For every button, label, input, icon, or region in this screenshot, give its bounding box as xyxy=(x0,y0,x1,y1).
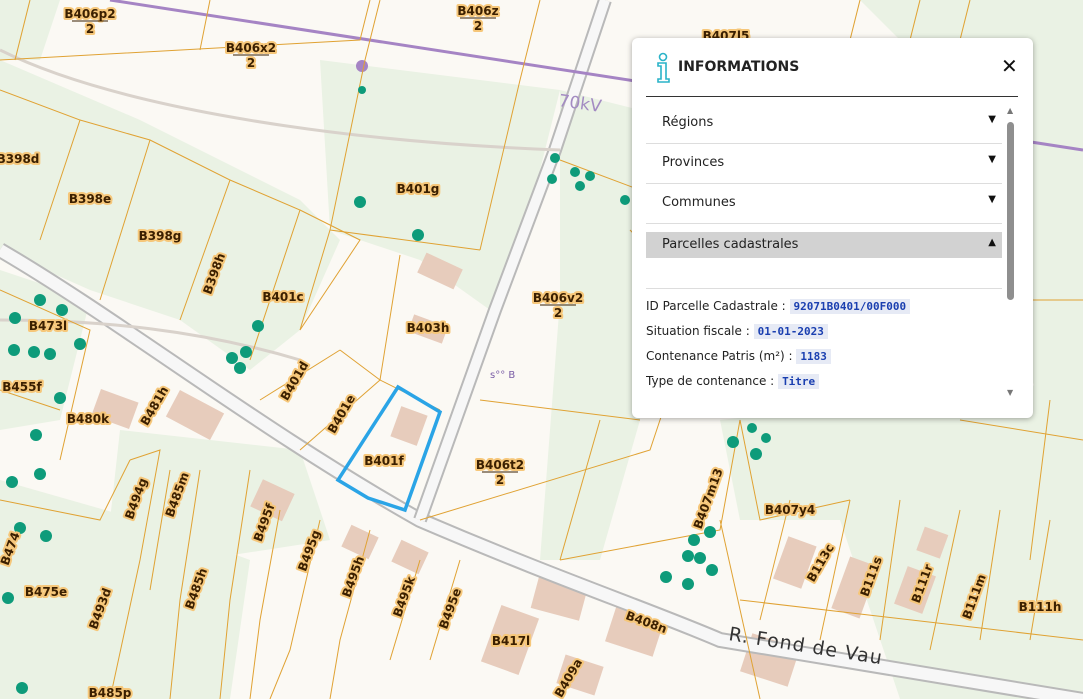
parcel-label: B480k xyxy=(67,412,110,426)
info-icon xyxy=(657,52,670,83)
parcel-label: B401e xyxy=(325,392,358,436)
parcel-sub-label: 2 xyxy=(554,306,562,320)
pylon-icon xyxy=(356,60,368,72)
close-icon[interactable]: ✕ xyxy=(1001,54,1018,78)
divider xyxy=(646,258,1002,289)
parcel-sub-label: 2 xyxy=(247,56,255,70)
parcel-sub-label: 2 xyxy=(496,473,504,487)
parcel-label: B401d xyxy=(278,359,312,403)
field-value: 01-01-2023 xyxy=(753,324,828,339)
field-value: 92071B0401/00F000 xyxy=(789,299,911,314)
parcel-label: B495k xyxy=(390,573,418,618)
field-label: Contenance Patris (m²) : xyxy=(646,349,793,363)
scroll-down-icon[interactable]: ▼ xyxy=(1007,388,1013,397)
panel-title: INFORMATIONS xyxy=(678,59,800,75)
panel-scrollbar[interactable]: ▲ ▼ xyxy=(1005,106,1017,402)
parcel-label: B473l xyxy=(29,319,67,333)
parcel-label: B495h xyxy=(339,554,367,599)
parcel-label: B406x2 xyxy=(226,41,276,55)
accordion-communes[interactable]: Communes ▼ xyxy=(646,184,1002,224)
parcel-label: B398d xyxy=(0,152,39,166)
parcel-label: B401c xyxy=(262,290,303,304)
caret-down-icon: ▼ xyxy=(988,194,996,205)
field-contenance: Contenance Patris (m²) : 1183 xyxy=(646,349,1002,364)
parcel-label: B481h xyxy=(138,384,171,428)
panel-header: INFORMATIONS ✕ xyxy=(646,50,1018,97)
scroll-up-icon[interactable]: ▲ xyxy=(1007,106,1013,115)
accordion-parcelles[interactable]: Parcelles cadastrales ▲ xyxy=(646,232,1002,258)
parcel-sub-label: 2 xyxy=(86,22,94,36)
parcel-label: B495e xyxy=(436,586,464,631)
section-label: s°° B xyxy=(490,370,515,381)
parcel-label: B401f xyxy=(364,454,404,468)
accordion-label: Provinces xyxy=(662,155,725,170)
parcel-label: B406z xyxy=(457,4,498,18)
information-panel: INFORMATIONS ✕ Régions ▼ Provinces ▼ Com… xyxy=(632,38,1033,418)
parcel-label: B407y4 xyxy=(765,503,815,517)
parcel-label: B406p2 xyxy=(64,7,115,21)
parcel-label: B455f xyxy=(2,380,42,394)
panel-body: Régions ▼ Provinces ▼ Communes ▼ Parcell… xyxy=(646,104,1002,404)
caret-up-icon: ▲ xyxy=(988,237,996,248)
parcel-label: B475e xyxy=(25,585,67,599)
field-label: Situation fiscale : xyxy=(646,324,750,338)
field-type-contenance: Type de contenance : Titre xyxy=(646,374,1002,389)
field-label: ID Parcelle Cadastrale : xyxy=(646,299,786,313)
parcel-label: B406v2 xyxy=(533,291,583,305)
accordion-regions[interactable]: Régions ▼ xyxy=(646,104,1002,144)
parcel-sub-label: 2 xyxy=(474,19,482,33)
parcel-label: B406t2 xyxy=(476,458,524,472)
field-value: Titre xyxy=(778,374,820,389)
caret-down-icon: ▼ xyxy=(988,154,996,165)
caret-down-icon: ▼ xyxy=(988,114,996,125)
parcel-label: B398g xyxy=(139,229,182,243)
parcel-label: B398e xyxy=(69,192,111,206)
field-label: Type de contenance : xyxy=(646,374,775,388)
parcel-label: B417l xyxy=(492,634,530,648)
accordion-label: Régions xyxy=(662,115,714,130)
parcel-label: B401g xyxy=(397,182,440,196)
field-value: 1183 xyxy=(796,349,831,364)
parcel-label: B111h xyxy=(1019,600,1062,614)
parcel-label: B485p xyxy=(89,686,132,699)
field-id-parcelle: ID Parcelle Cadastrale : 92071B0401/00F0… xyxy=(646,299,1002,314)
scroll-thumb[interactable] xyxy=(1007,122,1014,300)
accordion-label: Parcelles cadastrales xyxy=(662,237,799,252)
accordion-label: Communes xyxy=(662,195,736,210)
accordion-provinces[interactable]: Provinces ▼ xyxy=(646,144,1002,184)
field-situation-fiscale: Situation fiscale : 01-01-2023 xyxy=(646,324,1002,339)
parcel-label: B403h xyxy=(407,321,450,335)
